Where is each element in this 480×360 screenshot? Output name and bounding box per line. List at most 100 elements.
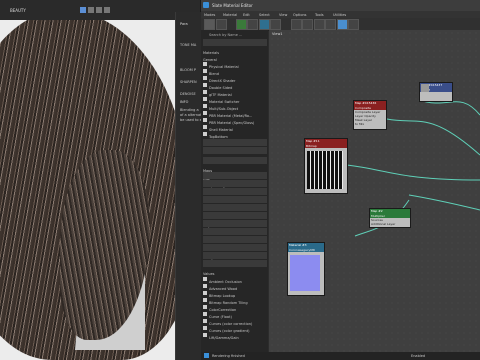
section-bloom[interactable]: BLOOM P [180, 68, 196, 72]
channel-icon[interactable] [88, 7, 94, 13]
list-item[interactable]: Textures [203, 236, 267, 252]
status-text: Rendering finished [212, 354, 245, 358]
browser-search-input[interactable]: Search by Name ... [209, 33, 242, 37]
list-item[interactable]: Ambient Occlusion [203, 268, 267, 284]
list-item[interactable]: Utility [203, 244, 267, 260]
delete-icon[interactable] [247, 19, 258, 30]
viewport-toolbar: BEAUTY [0, 0, 200, 20]
section-sharpen[interactable]: SHARPEN [180, 80, 197, 84]
wire [418, 99, 480, 116]
view-label: BEAUTY [10, 8, 26, 13]
menu-view[interactable]: View [279, 13, 287, 17]
list-item[interactable]: Xref Material [203, 130, 267, 146]
node-thumbnail [421, 84, 429, 92]
list-item[interactable]: Curves (color gradient) [203, 317, 267, 333]
list-item[interactable]: Compositing [203, 172, 267, 188]
list-item[interactable]: Scene Attributes [203, 220, 267, 236]
node-material[interactable]: Material #3 CoronaLegacyMtl [287, 242, 325, 296]
list-item[interactable]: Math Color [203, 188, 267, 204]
list-item[interactable]: PBR Material (Metal/Ro... [203, 102, 267, 118]
slate-material-editor: Slate Material Editor Modes Material Edi… [201, 0, 480, 360]
list-item[interactable]: PBR Material (Spec/Gloss) [203, 109, 267, 125]
menu-modes[interactable]: Modes [204, 13, 215, 17]
status-bar: Rendering finished Enabled [201, 352, 480, 360]
node-type: Bitmap [305, 144, 347, 148]
layout-all-icon[interactable] [291, 19, 302, 30]
list-item[interactable]: Material Switcher [203, 88, 267, 104]
assign-material-icon[interactable] [236, 19, 247, 30]
section-tone-mapping[interactable]: TONE MA [180, 43, 196, 47]
list-item[interactable]: Values [203, 260, 267, 276]
node-multiplier[interactable]: Map #2 Multiplier Sources Additional Lay… [369, 208, 411, 228]
select-tool-icon[interactable] [204, 19, 215, 30]
parameter-editor-icon[interactable] [325, 19, 336, 30]
list-item[interactable]: Curves (color correction) [203, 310, 267, 326]
app-icon [203, 2, 209, 8]
list-item[interactable]: DirectX Shader [203, 67, 267, 83]
display-icon[interactable] [96, 7, 102, 13]
layout-children-icon[interactable] [302, 19, 313, 30]
list-item[interactable]: Curve (Float) [203, 303, 267, 319]
list-item[interactable]: Shell Material [203, 116, 267, 132]
grid-icon[interactable] [348, 19, 359, 30]
list-item[interactable]: Math Float [203, 196, 267, 212]
list-item[interactable]: Lift/Gamma/Gain [203, 324, 267, 340]
list-item[interactable]: Physical Material [203, 53, 267, 69]
list-item[interactable]: Math Vector [203, 204, 267, 220]
section-denoise[interactable]: DENOISE [180, 92, 196, 96]
list-item[interactable]: Switchers [203, 228, 267, 244]
list-item[interactable]: Blend [203, 60, 267, 76]
show-map-icon[interactable] [259, 19, 270, 30]
list-item[interactable]: UVW Coordinates [203, 252, 267, 268]
overlay-icon[interactable] [104, 7, 110, 13]
menu-material[interactable]: Material [223, 13, 237, 17]
menu-select[interactable]: Select [259, 13, 270, 17]
pick-material-icon[interactable] [216, 19, 227, 30]
properties-panel: Para TONE MA BLOOM P SHARPEN DENOISE INF… [175, 12, 204, 360]
zoom-status[interactable]: Enabled [411, 354, 425, 358]
scanline-category[interactable]: Scanline [203, 139, 267, 155]
node-falloff[interactable]: Map #415437 Falloff [419, 82, 453, 102]
node-port[interactable]: Additional Layer [370, 222, 410, 226]
map-icon [203, 332, 207, 337]
osl-category[interactable]: OSL [203, 165, 267, 181]
list-item[interactable]: ColorCorrection [203, 296, 267, 312]
list-item[interactable]: Bitmap Lookup [203, 282, 267, 298]
node-graph[interactable]: View1 Map #415436 Composite Composite La… [269, 30, 480, 352]
render-icon[interactable] [80, 7, 86, 13]
info-text: Blending a [180, 108, 199, 112]
node-thumbnail [290, 255, 320, 291]
node-bitmap[interactable]: Map #11 Bitmap [304, 138, 348, 194]
menu-utilities[interactable]: Utilities [333, 13, 346, 17]
window-title: Slate Material Editor [212, 3, 253, 8]
general-category[interactable]: General [203, 46, 267, 62]
info-title: INFO [180, 100, 189, 104]
menu-tools[interactable]: Tools [315, 13, 324, 17]
menu-options[interactable]: Options [293, 13, 307, 17]
maps-section[interactable]: Maps [203, 157, 267, 173]
info-text: be used to e [180, 118, 202, 122]
list-item[interactable]: Double Sided [203, 74, 267, 90]
info-text: of a alternat [180, 113, 202, 117]
list-item[interactable]: Advanced Wood [203, 275, 267, 291]
show-background-icon[interactable] [270, 19, 281, 30]
list-item[interactable]: glTF Material [203, 81, 267, 97]
menu-edit[interactable]: Edit [243, 13, 250, 17]
node-thumbnail [307, 151, 343, 189]
hide-unused-icon[interactable] [314, 19, 325, 30]
wires [346, 99, 480, 237]
list-item[interactable]: TopBottom [203, 123, 267, 139]
node-port[interactable]: to Mix [354, 122, 386, 126]
list-item[interactable]: Projection [203, 212, 267, 228]
materials-section[interactable]: Materials [203, 39, 267, 55]
corona-category[interactable]: Corona [203, 147, 267, 163]
list-item[interactable]: Bitmap Random Tiling [203, 289, 267, 305]
list-item[interactable]: Environment [203, 180, 267, 196]
node-composite[interactable]: Map #415436 Composite Composite Layer La… [353, 100, 387, 130]
status-icon [204, 353, 209, 358]
layout-icon[interactable] [337, 19, 348, 30]
viewport[interactable]: BEAUTY [0, 0, 200, 360]
list-item[interactable]: Multi/Sub-Object [203, 95, 267, 111]
tab-post[interactable]: Para [180, 22, 188, 26]
title-bar: Slate Material Editor [201, 0, 480, 11]
